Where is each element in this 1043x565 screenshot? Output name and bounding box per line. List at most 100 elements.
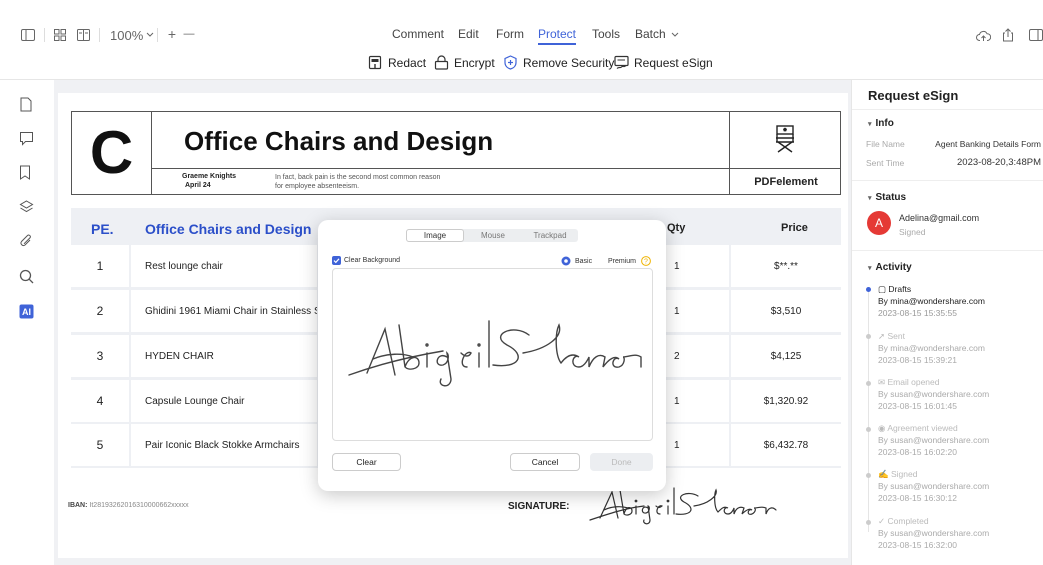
drawn-signature-image [348,320,642,387]
zoom-select[interactable]: 100% [110,27,154,43]
layers-icon[interactable] [19,200,35,216]
cancel-button[interactable]: Cancel [510,453,580,471]
request-esign-label: Request eSign [634,55,713,70]
tab-trackpad[interactable]: Trackpad [522,229,578,242]
top-toolbar: 100% + — Comment Edit Form Protect Tools… [0,0,1043,80]
status-section-toggle[interactable]: ▾ Status [868,192,906,203]
request-esign-button[interactable]: Request eSign [614,55,713,70]
brand-name: PDFelement [754,176,818,188]
caret-down-icon: ▾ [868,195,872,202]
zoom-in-button[interactable]: + [166,26,178,42]
share-icon[interactable] [1000,27,1016,43]
panel-title: Request eSign [868,88,959,103]
page-icon[interactable] [19,97,35,113]
activity-item: ➚ Sent By mina@wondershare.com 2023-08-1… [878,330,985,366]
clear-button[interactable]: Clear [332,453,401,471]
author-date: April 24 [185,182,211,189]
row-item: Rest lounge chair [131,245,317,287]
cloud-upload-icon[interactable] [975,28,991,44]
email-icon: ✉ [878,377,886,387]
mode-premium-label: Premium [608,257,637,265]
iban-label: IBAN: [68,502,88,509]
tab-batch-label: Batch [635,27,666,41]
row-price: $4,125 [731,335,841,377]
activity-section-toggle[interactable]: ▾ Activity [868,262,912,273]
tab-tools[interactable]: Tools [592,27,620,41]
row-qty: 1 [666,424,729,466]
row-qty: 2 [666,335,729,377]
signature-label: SIGNATURE: [508,501,570,512]
mode-basic-option[interactable]: Basic [561,256,592,266]
activity-by: By mina@wondershare.com [878,343,985,353]
clear-background-label: Clear Background [344,257,401,264]
eye-icon: ◉ [878,423,886,433]
attachment-icon[interactable] [19,234,35,250]
activity-time: 2023-08-15 16:32:00 [878,540,957,550]
activity-time: 2023-08-15 15:39:21 [878,355,957,365]
done-button[interactable]: Done [590,453,653,471]
esign-icon [614,55,629,69]
sidebar-toggle-icon[interactable] [20,27,36,43]
redact-button[interactable]: Redact [368,55,426,70]
activity-heading: Activity [875,262,912,273]
comment-icon[interactable] [19,131,35,147]
page-layout-icon[interactable] [75,27,91,43]
activity-time: 2023-08-15 16:30:12 [878,493,957,503]
search-icon[interactable] [19,269,35,285]
activity-time: 2023-08-15 16:01:45 [878,401,957,411]
shield-icon [504,55,517,70]
bookmark-icon[interactable] [19,165,35,181]
info-section-toggle[interactable]: ▾ Info [868,118,894,129]
row-number: 2 [71,290,129,332]
info-heading: Info [875,118,894,129]
checkbox-checked-icon[interactable] [332,256,341,265]
row-number: 5 [71,424,129,466]
remove-security-button[interactable]: Remove Security [503,55,614,70]
clear-background-option[interactable]: Clear Background [332,256,400,265]
tab-comment[interactable]: Comment [392,27,444,41]
radio-selected-icon[interactable] [561,256,571,266]
tab-form[interactable]: Form [496,27,524,41]
timeline-dot [866,334,871,339]
tab-batch[interactable]: Batch [635,27,679,41]
signature-dialog: Image Mouse Trackpad Clear Background Ba… [318,220,666,491]
file-name-value: Agent Banking Details Form [935,139,1041,149]
logo-letter: C [89,119,134,186]
help-icon[interactable]: ? [641,256,651,266]
tab-image[interactable]: Image [406,229,464,242]
encrypt-button[interactable]: Encrypt [434,55,495,70]
svg-text:?: ? [644,259,648,266]
ai-assistant-icon[interactable]: AI [19,304,35,320]
mode-premium-option[interactable]: Premium ? [608,256,651,266]
activity-title: Completed [887,516,929,526]
signature-draw-area[interactable] [332,268,653,441]
activity-by: By susan@wondershare.com [878,481,990,491]
chevron-down-icon [146,32,154,37]
redact-label: Redact [388,55,427,70]
note-line-1: In fact, back pain is the second most co… [275,174,441,181]
zoom-value: 100% [110,27,144,43]
activity-title: Agreement viewed [887,423,958,433]
file-name-label: File Name [866,139,905,149]
timeline-dot [866,520,871,525]
col-header-qty: Qty [667,222,686,234]
tab-mouse[interactable]: Mouse [464,229,522,242]
activity-by: By susan@wondershare.com [878,389,990,399]
avatar: A [867,211,891,235]
signer-status: Signed [899,227,926,237]
col-header-price: Price [781,222,808,234]
row-price: $6,432.78 [731,424,841,466]
grid-view-icon[interactable] [52,27,68,43]
panel-toggle-icon[interactable] [1028,27,1043,43]
tab-protect[interactable]: Protect [538,27,577,45]
caret-down-icon: ▾ [868,265,872,272]
row-item: Ghidini 1961 Miami Chair in Stainless S [131,290,317,332]
activity-by: By susan@wondershare.com [878,528,990,538]
tab-edit[interactable]: Edit [458,27,479,41]
zoom-out-button[interactable]: — [183,26,195,42]
left-sidebar: AI [0,80,54,565]
col-header-item: Office Chairs and Design [145,221,312,237]
col-header-no: PE. [91,221,114,237]
timeline-dot [866,381,871,386]
note-line-2: for employee absenteeism. [275,183,360,190]
